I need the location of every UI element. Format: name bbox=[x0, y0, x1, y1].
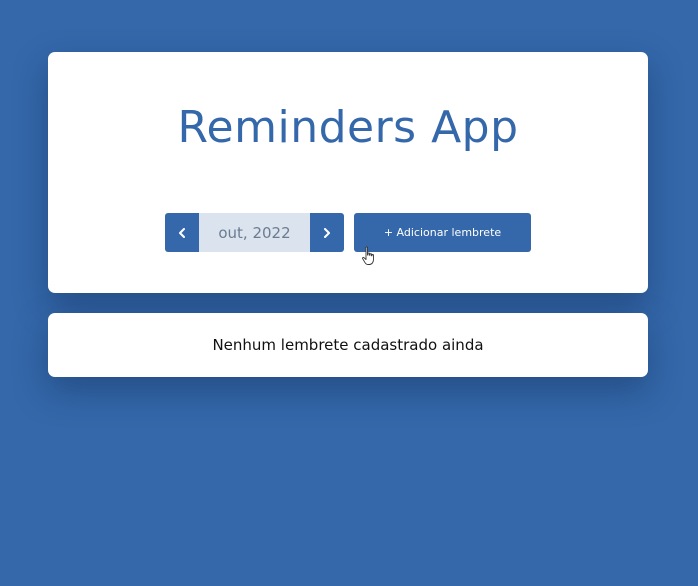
app-title: Reminders App bbox=[177, 102, 519, 153]
chevron-left-icon bbox=[179, 227, 185, 238]
header-card: Reminders App out, 2022 + Adicionar lemb… bbox=[48, 52, 648, 293]
empty-state-message: Nenhum lembrete cadastrado ainda bbox=[212, 336, 484, 354]
add-reminder-button[interactable]: + Adicionar lembrete bbox=[354, 213, 531, 252]
add-reminder-label: + Adicionar lembrete bbox=[383, 226, 502, 239]
next-month-button[interactable] bbox=[310, 213, 344, 252]
hand-pointer-icon bbox=[362, 246, 374, 265]
reminders-list-card: Nenhum lembrete cadastrado ainda bbox=[48, 313, 648, 377]
chevron-right-icon bbox=[324, 227, 330, 238]
current-month-display: out, 2022 bbox=[199, 213, 310, 252]
prev-month-button[interactable] bbox=[165, 213, 199, 252]
controls-row: out, 2022 + Adicionar lembrete bbox=[165, 213, 531, 252]
month-navigator: out, 2022 bbox=[165, 213, 344, 252]
